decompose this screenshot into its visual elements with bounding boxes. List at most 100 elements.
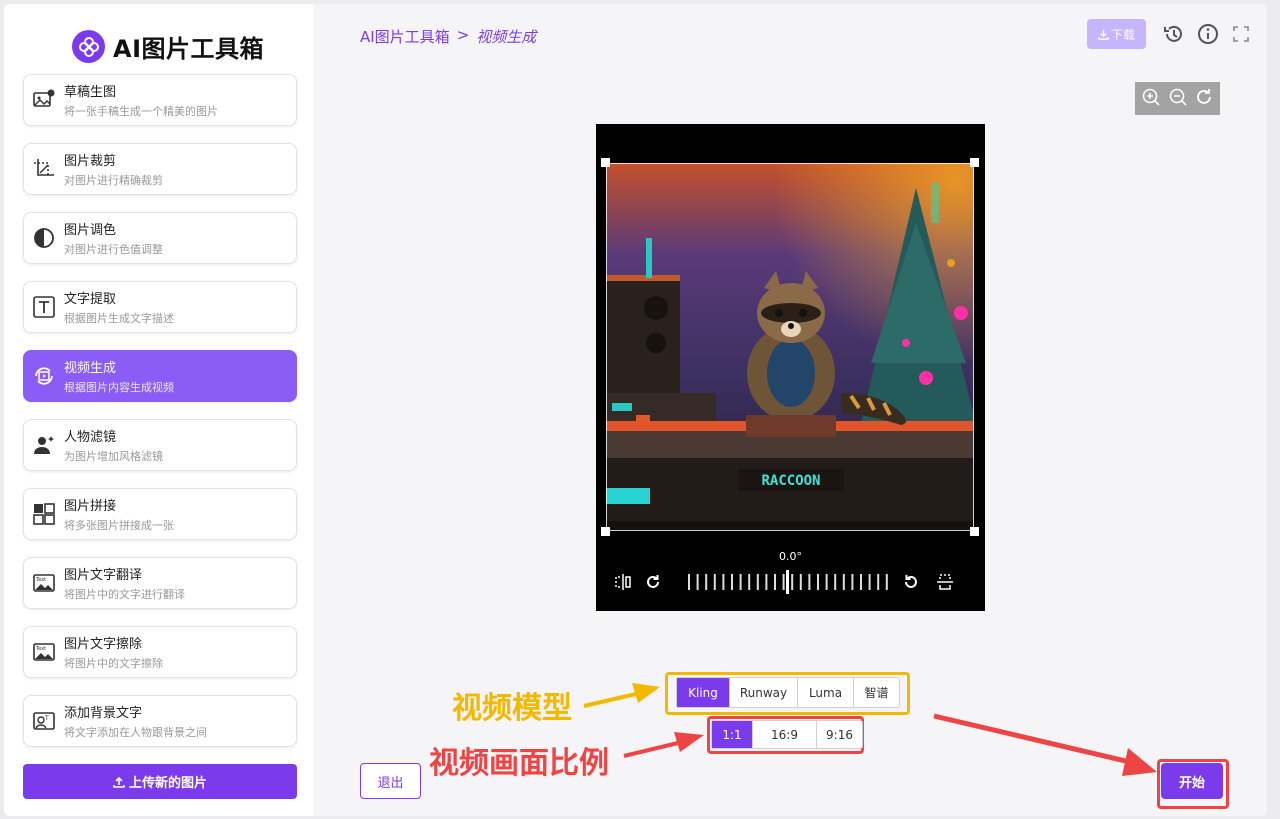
sidebar-item-6[interactable]: 人物滤镜为图片增加风格滤镜 (23, 419, 297, 471)
video-model-option-4[interactable]: 智谱 (853, 678, 899, 707)
image-crop-editor: RACCOON 0.0° (596, 124, 985, 611)
upload-new-image-button[interactable]: 上传新的图片 (23, 764, 297, 799)
sidebar-item-title: 文字提取 (64, 292, 117, 307)
rotation-tick (868, 574, 871, 590)
rotation-tick (791, 574, 794, 590)
sidebar-item-text: 图片裁剪对图片进行精确裁剪 (64, 150, 163, 188)
info-icon[interactable] (1196, 22, 1220, 46)
svg-text:Text: Text (35, 646, 46, 652)
zoom-toolbar (1135, 82, 1220, 115)
sidebar-item-desc: 对图片进行色值调整 (64, 243, 163, 256)
history-icon[interactable] (1162, 22, 1186, 46)
video-model-selector: Kling Runway Luma 智谱 (676, 677, 900, 708)
crop-handle-top-right[interactable] (970, 158, 979, 167)
sidebar-item-text: 添加背景文字将文字添加在人物跟背景之间 (64, 702, 207, 740)
sidebar-item-text: 图片文字擦除 将图片中的文字擦除 (64, 633, 163, 671)
rotation-tick (688, 574, 690, 590)
svg-text:T: T (44, 715, 49, 722)
sidebar-item-desc: 对图片进行精确裁剪 (64, 174, 163, 187)
aspect-ratio-option-3[interactable]: 9:16 (816, 721, 862, 748)
zoom-in-icon[interactable] (1141, 87, 1161, 111)
crop-icon (32, 157, 56, 181)
rotation-tick (877, 574, 880, 590)
breadcrumb: AI图片工具箱 > 视频生成 (360, 26, 536, 47)
sidebar-item-8[interactable]: Text 图片文字翻译 将图片中的文字进行翻译 (23, 557, 297, 609)
rotation-tick (834, 574, 837, 590)
sidebar-item-4[interactable]: 文字提取根据图片生成文字描述 (23, 281, 297, 333)
sidebar: AI图片工具箱 草稿生图 将一张手稿生成一个精美的图片 图片裁剪 对图片进行精确裁剪图… (4, 4, 313, 816)
rotation-tick (842, 574, 845, 590)
sidebar-item-desc: 将文字添加在人物跟背景之间 (64, 726, 207, 739)
rotation-tick (713, 574, 716, 590)
text-extract-icon (32, 295, 56, 319)
rotation-tick (739, 574, 742, 590)
rotation-tick (860, 574, 862, 590)
sidebar-item-2[interactable]: 图片裁剪对图片进行精确裁剪 (23, 143, 297, 195)
background-text-icon: T (32, 709, 56, 733)
video-model-option-1[interactable]: Kling (677, 678, 729, 707)
sidebar-item-title: 图片裁剪 (64, 154, 117, 169)
aspect-ratio-option-1[interactable]: 1:1 (712, 721, 752, 748)
sidebar-item-title: 图片调色 (64, 223, 117, 238)
rotate-clockwise-icon[interactable] (644, 573, 662, 595)
upload-button-label: 上传新的图片 (128, 776, 207, 791)
crop-handle-top-left[interactable] (601, 158, 610, 167)
rotation-tick (799, 574, 802, 590)
sidebar-item-title: 视频生成 (64, 361, 117, 376)
sidebar-item-3[interactable]: 图片调色对图片进行色值调整 (23, 212, 297, 264)
rotation-tick (705, 574, 708, 590)
exit-button[interactable]: 退出 (360, 763, 421, 799)
sidebar-item-text: 图片文字翻译 将图片中的文字进行翻译 (64, 564, 185, 602)
sidebar-item-title: 添加背景文字 (64, 706, 143, 721)
sidebar-item-9[interactable]: Text 图片文字擦除 将图片中的文字擦除 (23, 626, 297, 678)
zoom-out-icon[interactable] (1168, 87, 1188, 111)
sidebar-item-title: 图片文字擦除 (64, 637, 143, 652)
sidebar-item-10[interactable]: T 添加背景文字将文字添加在人物跟背景之间 (23, 695, 297, 747)
sidebar-item-text: 图片拼接 将多张图片拼接成一张 (64, 495, 174, 533)
video-model-option-3[interactable]: Luma (797, 678, 853, 707)
crop-handle-bottom-left[interactable] (601, 527, 610, 536)
sidebar-item-desc: 根据图片生成文字描述 (64, 312, 174, 325)
sidebar-item-text: 图片调色对图片进行色值调整 (64, 219, 163, 257)
sidebar-item-title: 人物滤镜 (64, 430, 117, 445)
crop-handle-bottom-right[interactable] (970, 527, 979, 536)
rotation-tick (731, 574, 733, 590)
aspect-ratio-selector: 1:1 16:9 9:16 (711, 720, 863, 749)
app-title: AI图片工具箱 (113, 35, 265, 63)
sidebar-item-desc: 为图片增加风格滤镜 (64, 450, 163, 463)
sidebar-item-desc: 将一张手稿生成一个精美的图片 (64, 105, 218, 118)
aspect-ratio-option-2[interactable]: 16:9 (752, 721, 816, 748)
sidebar-item-7[interactable]: 图片拼接 将多张图片拼接成一张 (23, 488, 297, 540)
rotation-tick (748, 574, 751, 590)
annotation-video-model: 视频模型 (452, 691, 572, 726)
flip-horizontal-icon[interactable] (614, 573, 632, 595)
flip-vertical-icon[interactable] (936, 573, 954, 595)
rotation-controls (610, 570, 971, 594)
sidebar-item-text: 视频生成根据图片内容生成视频 (64, 357, 174, 395)
rotation-tick (851, 574, 854, 590)
video-model-option-2[interactable]: Runway (729, 678, 797, 707)
portrait-filter-icon (32, 433, 56, 457)
sidebar-item-5[interactable]: 视频生成根据图片内容生成视频 (23, 350, 297, 402)
sidebar-item-1[interactable]: 草稿生图 将一张手稿生成一个精美的图片 (23, 74, 297, 126)
breadcrumb-root[interactable]: AI图片工具箱 (360, 26, 450, 47)
crop-frame[interactable] (606, 163, 974, 531)
rotation-slider[interactable] (686, 570, 890, 594)
sidebar-item-desc: 根据图片内容生成视频 (64, 381, 174, 394)
collage-icon (32, 502, 56, 526)
rotation-tick (774, 574, 776, 590)
download-button[interactable]: 下载 (1087, 19, 1146, 49)
rotation-tick (696, 574, 699, 590)
sidebar-item-text: 人物滤镜为图片增加风格滤镜 (64, 426, 163, 464)
reset-icon[interactable] (1194, 87, 1214, 111)
rotation-tick (808, 574, 811, 590)
color-adjust-icon (32, 226, 56, 250)
flower-logo-icon (72, 30, 105, 63)
rotation-tick (817, 574, 819, 590)
rotation-tick (756, 574, 759, 590)
image-translate-icon: Text (32, 571, 56, 595)
fullscreen-icon[interactable] (1229, 22, 1253, 46)
rotate-counterclockwise-icon[interactable] (902, 573, 920, 595)
rotation-tick (825, 574, 828, 590)
start-button[interactable]: 开始 (1161, 763, 1223, 799)
